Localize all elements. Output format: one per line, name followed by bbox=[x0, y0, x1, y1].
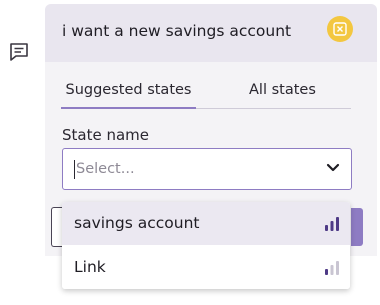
chevron-down-icon[interactable] bbox=[326, 163, 340, 173]
signal-bars-icon bbox=[325, 217, 339, 231]
state-dropdown-menu: savings account Link bbox=[62, 202, 350, 289]
primary-button[interactable] bbox=[351, 208, 363, 246]
signal-bars-icon bbox=[325, 261, 339, 275]
dropdown-option-savings-account[interactable]: savings account bbox=[62, 202, 350, 245]
state-name-select[interactable]: Select... bbox=[62, 148, 352, 190]
close-button[interactable] bbox=[327, 16, 353, 42]
panel-header: i want a new savings account bbox=[45, 4, 377, 62]
text-cursor bbox=[74, 160, 75, 179]
option-label: savings account bbox=[74, 214, 200, 232]
app-stage: i want a new savings account Suggested s… bbox=[0, 0, 380, 305]
option-label: Link bbox=[74, 258, 106, 276]
tab-all-states[interactable]: All states bbox=[249, 82, 316, 98]
state-name-label: State name bbox=[62, 126, 150, 144]
user-message: i want a new savings account bbox=[62, 22, 292, 40]
chat-icon[interactable] bbox=[8, 41, 30, 63]
tab-suggested-states[interactable]: Suggested states bbox=[61, 82, 196, 109]
select-placeholder: Select... bbox=[76, 161, 135, 177]
close-icon bbox=[333, 22, 347, 36]
state-tabs: Suggested states All states bbox=[61, 82, 351, 109]
dropdown-option-link[interactable]: Link bbox=[62, 246, 350, 289]
